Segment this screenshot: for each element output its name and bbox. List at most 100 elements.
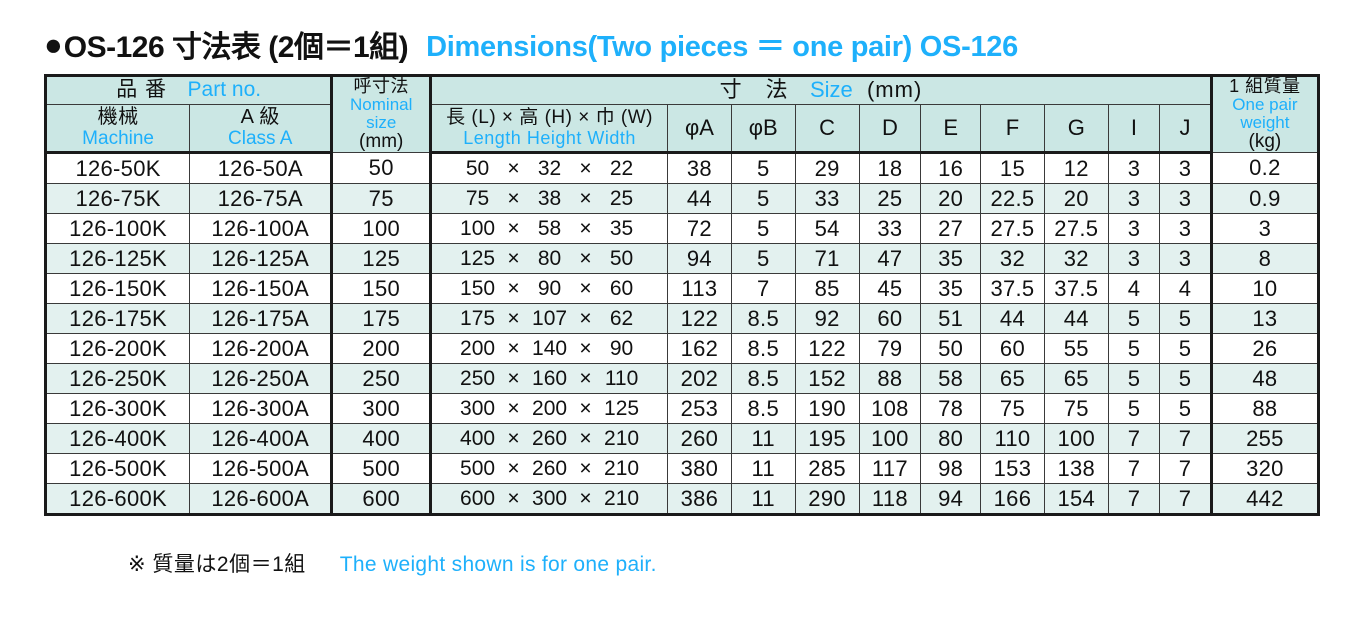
cell-phi-a: 122 <box>667 303 732 335</box>
cell-c: 71 <box>794 243 860 275</box>
cell-class-a: 126-300A <box>189 393 333 425</box>
cell-phi-b: 5 <box>730 152 796 185</box>
cell-phi-b: 5 <box>730 243 796 275</box>
multiply-icon: × <box>579 336 592 360</box>
cell-machine: 126-75K <box>43 183 191 215</box>
cell-machine: 126-500K <box>43 453 191 485</box>
cell-machine: 126-100K <box>43 213 191 245</box>
page-title: ● OS-126 寸法表 (2個＝1組) Dimensions(Two piec… <box>44 22 1334 66</box>
header-lhw-en: Length Height Width <box>463 127 636 148</box>
multiply-icon: × <box>507 306 520 330</box>
multiply-icon: × <box>507 216 520 240</box>
table-header: 品 番 Part no. 呼寸法 Nominal size (mm) 寸 法 S… <box>43 74 1321 155</box>
cell-e: 35 <box>920 243 982 275</box>
cell-length-height-width: 300 × 200 × 125 <box>429 393 668 425</box>
multiply-icon: × <box>579 426 592 450</box>
cell-width: 22 <box>609 156 634 180</box>
header-f: F <box>980 103 1045 155</box>
cell-i: 5 <box>1107 393 1161 425</box>
header-nominal-en-2: size <box>366 113 397 133</box>
header-size-unit: (mm) <box>866 77 923 103</box>
page-title-english: Dimensions(Two pieces ＝ one pair) OS-126 <box>426 31 1018 63</box>
cell-phi-a: 38 <box>667 152 732 185</box>
multiply-icon: × <box>579 276 592 300</box>
cell-d: 88 <box>858 363 922 395</box>
cell-width: 90 <box>609 336 634 360</box>
header-nominal-jp: 呼寸法 <box>353 76 409 96</box>
cell-class-a: 126-500A <box>189 453 333 485</box>
cell-e: 78 <box>920 393 982 425</box>
cell-length-height-width: 175 × 107 × 62 <box>429 303 668 335</box>
multiply-icon: × <box>579 186 592 210</box>
cell-c: 152 <box>794 363 860 395</box>
cell-d: 118 <box>858 483 922 516</box>
cell-width: 210 <box>604 486 640 510</box>
cell-i: 7 <box>1107 453 1161 485</box>
header-machine-jp: 機械 <box>97 106 139 129</box>
cell-nominal-size: 300 <box>330 393 432 425</box>
cell-i: 5 <box>1107 333 1161 365</box>
table-row: 126-500K 126-500A 500 500 × 260 × 210 380 11 285 11… <box>43 453 1321 485</box>
cell-phi-a: 253 <box>667 393 732 425</box>
cell-phi-b: 7 <box>730 273 796 305</box>
cell-c: 85 <box>794 273 860 305</box>
cell-phi-a: 380 <box>667 453 732 485</box>
cell-i: 7 <box>1107 423 1161 455</box>
cell-e: 35 <box>920 273 982 305</box>
table-row: 126-400K 126-400A 400 400 × 260 × 210 260 11 195 10… <box>43 423 1321 455</box>
header-size-jp: 寸 法 <box>719 77 789 103</box>
cell-width: 25 <box>609 186 634 210</box>
cell-phi-b: 8.5 <box>730 303 796 335</box>
cell-e: 58 <box>920 363 982 395</box>
multiply-icon: × <box>579 486 592 510</box>
cell-d: 60 <box>858 303 922 335</box>
cell-phi-b: 5 <box>730 213 796 245</box>
cell-length-height-width: 75 × 38 × 25 <box>429 183 668 215</box>
header-part-no: 品 番 Part no. <box>43 75 333 105</box>
cell-nominal-size: 600 <box>330 483 432 516</box>
cell-length: 300 <box>460 396 496 420</box>
cell-j: 5 <box>1159 303 1213 335</box>
cell-height: 140 <box>532 336 568 360</box>
cell-phi-b: 11 <box>730 453 796 485</box>
cell-length-height-width: 125 × 80 × 50 <box>429 243 668 275</box>
header-j: J <box>1159 103 1213 155</box>
multiply-icon: × <box>507 486 520 510</box>
cell-f: 166 <box>980 483 1045 516</box>
multiply-icon: × <box>507 396 520 420</box>
cell-d: 45 <box>858 273 922 305</box>
cell-machine: 126-50K <box>43 152 191 185</box>
header-size-group: 寸 法 Size (mm) <box>429 75 1213 105</box>
cell-one-pair-weight: 26 <box>1210 333 1321 365</box>
multiply-icon: × <box>507 186 520 210</box>
cell-machine: 126-150K <box>43 273 191 305</box>
header-phi-a: φA <box>667 103 732 155</box>
cell-nominal-size: 100 <box>330 213 432 245</box>
cell-length: 125 <box>460 246 496 270</box>
cell-height: 58 <box>537 216 562 240</box>
dimensions-table: 品 番 Part no. 呼寸法 Nominal size (mm) 寸 法 S… <box>43 74 1321 517</box>
cell-phi-b: 5 <box>730 183 796 215</box>
cell-g: 65 <box>1043 363 1109 395</box>
cell-machine: 126-175K <box>43 303 191 335</box>
header-i: I <box>1107 103 1161 155</box>
cell-d: 108 <box>858 393 922 425</box>
cell-j: 7 <box>1159 483 1213 516</box>
cell-one-pair-weight: 255 <box>1210 423 1321 455</box>
cell-phi-b: 8.5 <box>730 363 796 395</box>
cell-g: 100 <box>1043 423 1109 455</box>
header-d: D <box>858 103 922 155</box>
multiply-icon: × <box>507 246 520 270</box>
multiply-icon: × <box>579 216 592 240</box>
cell-one-pair-weight: 442 <box>1210 483 1321 516</box>
cell-length: 200 <box>460 336 496 360</box>
cell-phi-b: 11 <box>730 423 796 455</box>
cell-phi-b: 8.5 <box>730 393 796 425</box>
multiply-icon: × <box>579 366 592 390</box>
cell-length-height-width: 200 × 140 × 90 <box>429 333 668 365</box>
multiply-icon: × <box>507 456 520 480</box>
dimensions-table-wrapper: 品 番 Part no. 呼寸法 Nominal size (mm) 寸 法 S… <box>43 74 1321 517</box>
table-row: 126-100K 126-100A 100 100 × 58 × 35 72 5 54 33 27 27.… <box>43 213 1321 245</box>
cell-width: 60 <box>609 276 634 300</box>
multiply-icon: × <box>579 456 592 480</box>
